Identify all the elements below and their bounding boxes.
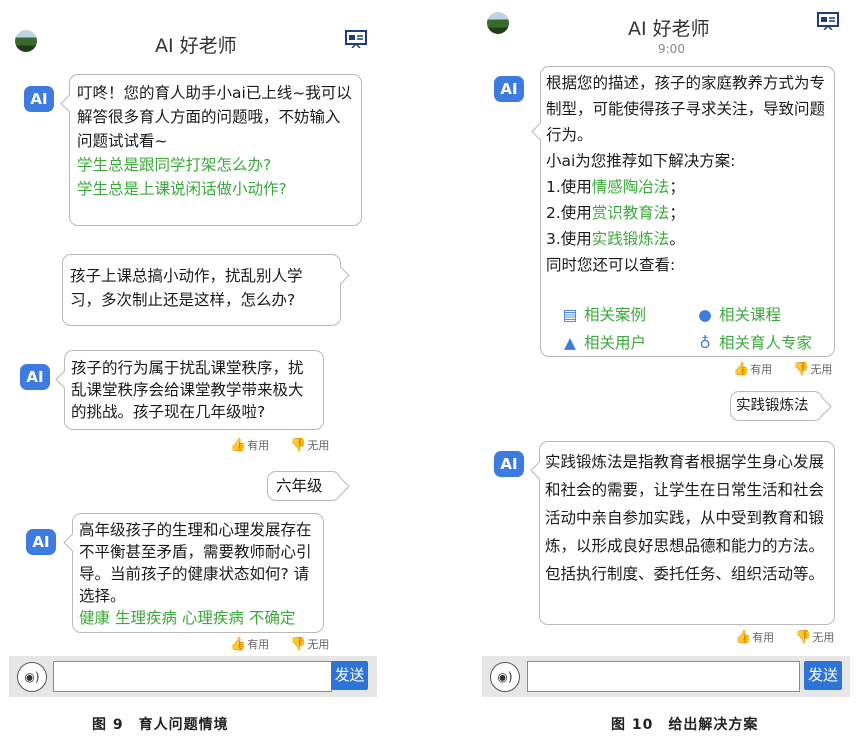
related-cases-link[interactable]: ▤ 相关案例 — [560, 303, 646, 325]
suggestion-link[interactable]: 学生总是上课说闲话做小动作? — [77, 177, 354, 201]
user-icon: ▲ — [564, 334, 576, 352]
solution-item: 2.使用赏识教育法； — [546, 204, 685, 222]
voice-icon[interactable]: ◉) — [17, 662, 47, 692]
related-users-link[interactable]: ▲ 相关用户 — [560, 331, 646, 353]
user-grade-bubble: 六年级 — [267, 471, 350, 501]
user-avatar[interactable] — [15, 30, 37, 52]
ai-explain-bubble: 实践锻炼法是指教育者根据学生身心发展和社会的需要，让学生在日常生活和社会活动中亲… — [530, 441, 835, 625]
message-input[interactable] — [53, 661, 332, 692]
user-choice-text: 实践锻炼法 — [736, 398, 809, 414]
app-title: AI 好老师 — [628, 18, 710, 40]
useless-button[interactable]: 无用 — [810, 363, 832, 376]
solution-also: 同时您还可以查看: — [546, 256, 676, 274]
user-question-text: 孩子上课总搞小动作，扰乱别人学习，多次制止还是这样，怎么办? — [70, 267, 303, 309]
method-link[interactable]: 赏识教育法 — [592, 204, 670, 222]
ai-avatar-icon: AI — [494, 76, 524, 102]
useful-button[interactable]: 有用 — [247, 439, 269, 452]
input-bar: ◉) 发送 — [482, 656, 850, 697]
presentation-board-icon[interactable] — [817, 12, 839, 30]
user-question-bubble: 孩子上课总搞小动作，扰乱别人学习，多次制止还是这样，怎么办? — [62, 254, 350, 326]
related-courses-link[interactable]: ● 相关课程 — [695, 303, 781, 325]
ai-answer-text: 孩子的行为属于扰乱课堂秩序，扰乱课堂秩序会给课堂教学带来极大的挑战。孩子现在几年… — [71, 359, 304, 421]
feedback-row: 👍有用 👎无用 — [230, 636, 329, 652]
ai-answer-bubble: 孩子的行为属于扰乱课堂秩序，扰乱课堂秩序会给课堂教学带来极大的挑战。孩子现在几年… — [55, 350, 324, 430]
related-experts-link[interactable]: ♁ 相关育人专家 — [695, 331, 812, 353]
useless-button[interactable]: 无用 — [307, 638, 329, 651]
feedback-row: 👍有用 👎无用 — [733, 361, 832, 377]
useful-button[interactable]: 有用 — [247, 638, 269, 651]
thumbs-down-icon[interactable]: 👎 — [793, 362, 809, 377]
thumbs-down-icon[interactable]: 👎 — [290, 438, 306, 453]
solution-intro: 根据您的描述，孩子的家庭教养方式为专制型，可能使得孩子寻求关注，导致问题行为。 — [546, 74, 826, 144]
thumbs-down-icon[interactable]: 👎 — [290, 637, 306, 652]
method-link[interactable]: 实践锻炼法 — [592, 230, 670, 248]
ai-greeting-bubble: 叮咚！您的育人助手小ai已上线~我可以解答很多育人方面的问题哦，不妨输入问题试试… — [60, 74, 362, 226]
user-choice-bubble: 实践锻炼法 — [730, 391, 832, 421]
voice-icon[interactable]: ◉) — [490, 662, 520, 692]
greeting-text: 叮咚！您的育人助手小ai已上线~我可以解答很多育人方面的问题哦，不妨输入问题试试… — [77, 84, 352, 150]
ai-avatar-icon: AI — [20, 364, 50, 390]
user-grade-text: 六年级 — [276, 477, 323, 495]
ai-health-bubble: 高年级孩子的生理和心理发展存在不平衡甚至矛盾，需要教师耐心引导。当前孩子的健康状… — [63, 513, 324, 633]
suggestion-link[interactable]: 学生总是跟同学打架怎么办? — [77, 153, 354, 177]
option-mental[interactable]: 心理疾病 — [182, 609, 244, 627]
message-input[interactable] — [527, 661, 800, 692]
user-avatar[interactable] — [487, 12, 509, 34]
thumbs-up-icon[interactable]: 👍 — [230, 637, 246, 652]
feedback-row: 👍有用 👎无用 — [230, 437, 329, 453]
figure-caption: 图 10 给出解决方案 — [611, 717, 759, 733]
expert-badge-icon: ♁ — [699, 334, 711, 352]
send-button[interactable]: 发送 — [331, 661, 368, 690]
input-bar: ◉) 发送 — [9, 656, 377, 697]
send-button[interactable]: 发送 — [804, 661, 842, 690]
feedback-row: 👍有用 👎无用 — [735, 629, 834, 645]
option-healthy[interactable]: 健康 — [79, 609, 110, 627]
presentation-board-icon[interactable] — [345, 30, 367, 48]
thumbs-up-icon[interactable]: 👍 — [733, 362, 749, 377]
thumbs-down-icon[interactable]: 👎 — [795, 630, 811, 645]
case-doc-icon: ▤ — [562, 306, 578, 324]
explain-text: 实践锻炼法是指教育者根据学生身心发展和社会的需要，让学生在日常生活和社会活动中亲… — [545, 453, 825, 583]
thumbs-up-icon[interactable]: 👍 — [735, 630, 751, 645]
ai-avatar-icon: AI — [26, 529, 56, 555]
timestamp: 9:00 — [658, 42, 685, 56]
solution-item: 1.使用情感陶冶法； — [546, 178, 685, 196]
thumbs-up-icon[interactable]: 👍 — [230, 438, 246, 453]
app-title: AI 好老师 — [155, 35, 237, 57]
ai-health-text: 高年级孩子的生理和心理发展存在不平衡甚至矛盾，需要教师耐心引导。当前孩子的健康状… — [79, 521, 312, 605]
option-physical[interactable]: 生理疾病 — [115, 609, 177, 627]
solution-item: 3.使用实践锻炼法。 — [546, 230, 685, 248]
option-unsure[interactable]: 不确定 — [249, 609, 296, 627]
solution-recommend: 小ai为您推荐如下解决方案: — [546, 152, 736, 170]
ai-avatar-icon: AI — [24, 86, 54, 112]
useful-button[interactable]: 有用 — [750, 363, 772, 376]
figure-caption: 图 9 育人问题情境 — [92, 717, 229, 733]
method-link[interactable]: 情感陶冶法 — [592, 178, 670, 196]
ai-avatar-icon: AI — [494, 451, 524, 477]
useless-button[interactable]: 无用 — [812, 631, 834, 644]
useful-button[interactable]: 有用 — [752, 631, 774, 644]
video-course-icon: ● — [698, 306, 712, 324]
useless-button[interactable]: 无用 — [307, 439, 329, 452]
